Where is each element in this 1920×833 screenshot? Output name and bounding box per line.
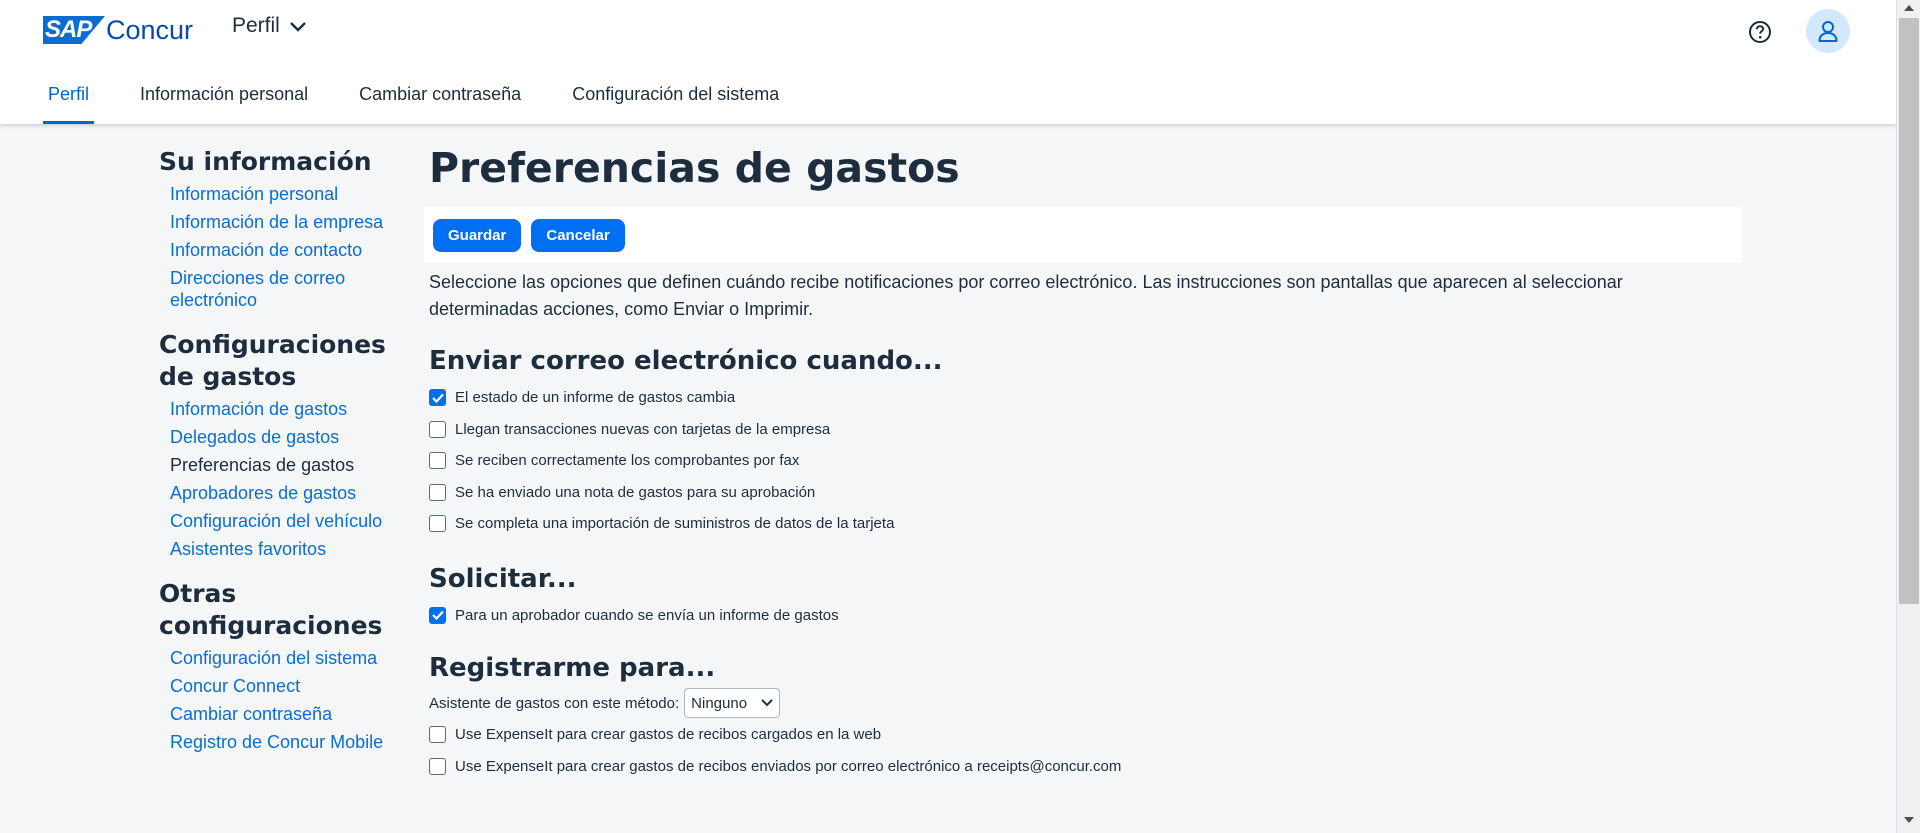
page-title: Preferencias de gastos [429,144,960,192]
checkbox-option-aprobador[interactable]: Para un aprobador cuando se envía un inf… [429,600,1742,632]
expense-assistant-value: Ninguno [691,694,748,712]
user-avatar-button[interactable] [1806,9,1850,53]
help-icon [1749,21,1771,43]
sidebar-item-delegados-gastos[interactable]: Delegados de gastos [170,426,409,448]
chevron-down-icon [290,22,306,32]
checkbox[interactable] [429,606,446,624]
sidebar-item-asistentes-favoritos[interactable]: Asistentes favoritos [170,538,409,560]
checkbox-label: Use ExpenseIt para crear gastos de recib… [455,757,1122,775]
save-button[interactable]: Guardar [433,218,522,252]
sidebar-list-su-informacion: Información personal Información de la e… [170,183,409,311]
checkbox[interactable] [429,726,446,744]
expense-assistant-row: Asistente de gastos con este método: Nin… [429,687,1742,719]
sidebar-item-informacion-gastos[interactable]: Información de gastos [170,398,409,420]
checkbox[interactable] [429,452,446,470]
main-content: Preferencias de gastos Guardar Cancelar … [424,140,1742,782]
section-heading-registrarme: Registrarme para... [429,653,716,683]
sidebar-list-configuraciones-gastos: Información de gastos Delegados de gasto… [170,398,409,560]
checkbox-label: Se ha enviado una nota de gastos para su… [455,483,816,501]
checkbox-option-importacion-tarjeta[interactable]: Se completa una importación de suministr… [429,508,1742,540]
expense-assistant-select[interactable]: Ninguno [684,688,781,718]
sidebar-heading-otras-configuraciones: Otras configuraciones [159,579,383,640]
profile-tabs: Perfil Información personal Cambiar cont… [43,72,825,124]
help-button[interactable] [1744,16,1776,48]
scrollbar-thumb[interactable] [1899,18,1919,604]
checkbox-label: Se reciben correctamente los comprobante… [455,452,800,470]
section-heading-email: Enviar correo electrónico cuando... [429,346,943,376]
sidebar-heading-configuraciones-gastos: Configuraciones de gastos [159,330,386,391]
checkbox-label: Use ExpenseIt para crear gastos de recib… [455,726,882,744]
scroll-down-arrow-icon[interactable] [1904,817,1914,823]
settings-sidebar: Su información Información personal Info… [159,146,409,771]
checkbox[interactable] [429,483,446,501]
checkmark-icon [431,611,444,621]
sap-concur-logo[interactable]: SAP Concur [43,16,193,44]
sidebar-item-aprobadores-gastos[interactable]: Aprobadores de gastos [170,482,409,504]
sidebar-list-otras-configuraciones: Configuración del sistema Concur Connect… [170,647,409,753]
user-icon [1818,21,1838,42]
sidebar-heading-su-informacion: Su información [159,147,372,176]
intro-text: Seleccione las opciones que definen cuán… [429,272,1623,319]
checkbox-label: Se completa una importación de suministr… [455,515,895,533]
sap-logo-mark: SAP [43,16,105,44]
page-scrollbar[interactable] [1896,0,1920,833]
checkbox[interactable] [429,389,446,407]
action-bar: Guardar Cancelar [424,207,1742,263]
top-header: SAP Concur Perfil Perfil Información per… [0,0,1896,124]
chevron-down-icon [761,699,773,707]
checkbox-option-nota-aprobacion[interactable]: Se ha enviado una nota de gastos para su… [429,477,1742,509]
sidebar-item-configuracion-vehiculo[interactable]: Configuración del vehículo [170,510,409,532]
app-switcher[interactable]: Perfil [232,14,306,38]
sidebar-item-configuracion-sistema[interactable]: Configuración del sistema [170,647,409,669]
sidebar-item-cambiar-contrasena[interactable]: Cambiar contraseña [170,703,409,725]
checkbox-option-expenseit-web[interactable]: Use ExpenseIt para crear gastos de recib… [429,719,1742,751]
expense-assistant-label: Asistente de gastos con este método: [429,694,680,712]
scroll-up-arrow-icon[interactable] [1904,5,1914,11]
checkmark-icon [431,393,444,403]
checkbox-option-estado-informe[interactable]: El estado de un informe de gastos cambia [429,382,1742,414]
sidebar-item-informacion-personal[interactable]: Información personal [170,183,409,205]
app-switcher-label: Perfil [232,14,280,37]
checkbox[interactable] [429,420,446,438]
tab-cambiar-contrasena[interactable]: Cambiar contraseña [354,72,526,124]
checkbox-label: El estado de un informe de gastos cambia [455,389,736,407]
sidebar-item-concur-connect[interactable]: Concur Connect [170,675,409,697]
section-heading-solicitar: Solicitar... [429,563,577,594]
tab-informacion-personal[interactable]: Información personal [135,72,313,124]
sidebar-item-registro-concur-mobile[interactable]: Registro de Concur Mobile [170,731,409,753]
checkbox-option-comprobantes-fax[interactable]: Se reciben correctamente los comprobante… [429,445,1742,477]
sap-logo-text: SAP [45,16,92,43]
tab-configuracion-sistema[interactable]: Configuración del sistema [567,72,784,124]
checkbox[interactable] [429,757,446,775]
cancel-button[interactable]: Cancelar [531,218,625,252]
tab-perfil[interactable]: Perfil [43,72,95,124]
concur-logo-text: Concur [106,15,194,45]
checkbox-label: Llegan transacciones nuevas con tarjetas… [455,420,831,438]
sidebar-item-informacion-contacto[interactable]: Información de contacto [170,239,409,261]
sidebar-item-preferencias-gastos: Preferencias de gastos [170,455,355,475]
sidebar-item-informacion-empresa[interactable]: Información de la empresa [170,211,409,233]
sidebar-item-direcciones-correo[interactable]: Direcciones de correo electrónico [170,267,409,311]
checkbox-option-expenseit-email[interactable]: Use ExpenseIt para crear gastos de recib… [429,751,1742,783]
checkbox-label: Para un aprobador cuando se envía un inf… [455,606,839,624]
checkbox-option-transacciones-nuevas[interactable]: Llegan transacciones nuevas con tarjetas… [429,414,1742,446]
checkbox[interactable] [429,515,446,533]
